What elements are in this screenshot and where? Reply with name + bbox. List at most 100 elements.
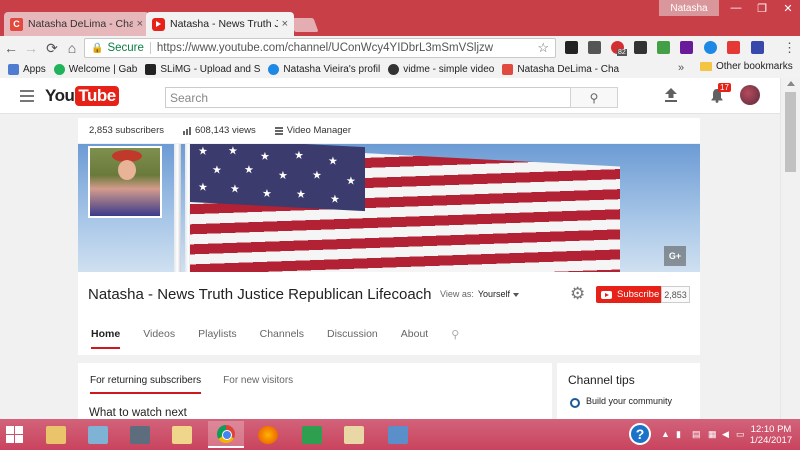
profile-name-button[interactable]: Natasha xyxy=(659,0,719,16)
home-icon[interactable]: ⌂ xyxy=(63,39,81,57)
address-bar[interactable]: 🔒 Secure https://www.youtube.com/channel… xyxy=(84,38,556,58)
tab-close-icon[interactable]: × xyxy=(282,18,288,30)
bookmark-natasha-vieira[interactable]: Natasha Vieira's profil xyxy=(268,63,380,75)
channel-search-icon[interactable]: ⚲ xyxy=(451,328,459,349)
tab-channels[interactable]: Channels xyxy=(260,328,304,349)
taskbar-clock[interactable]: 12:10 PM 1/24/2017 xyxy=(748,424,794,446)
bookmark-slimg[interactable]: SLiMG - Upload and S xyxy=(145,63,260,75)
taskbar-network[interactable] xyxy=(380,421,416,448)
notification-count-badge: 17 xyxy=(718,83,731,92)
gear-icon[interactable]: ⚙ xyxy=(570,285,588,303)
notification-icon[interactable]: ▭ xyxy=(736,429,745,440)
bookmark-label: vidme - simple video xyxy=(403,63,495,75)
youtube-play-icon xyxy=(601,290,612,299)
taskbar-store[interactable] xyxy=(294,421,330,448)
usb-icon[interactable]: ▦ xyxy=(708,429,717,440)
tab-playlists[interactable]: Playlists xyxy=(198,328,237,349)
taskbar-computer[interactable] xyxy=(122,421,158,448)
tab-returning-subscribers[interactable]: For returning subscribers xyxy=(90,375,202,394)
tab-videos[interactable]: Videos xyxy=(143,328,175,349)
bookmark-vidme[interactable]: vidme - simple video xyxy=(388,63,495,75)
view-as-selector[interactable]: View as: Yourself xyxy=(440,289,520,299)
search-input[interactable]: Search xyxy=(165,87,571,108)
hamburger-menu-icon[interactable] xyxy=(20,90,34,105)
tab-title: Natasha - News Truth Ju xyxy=(170,18,278,30)
flag-pole xyxy=(174,144,181,272)
reload-icon[interactable]: ⟳ xyxy=(43,39,61,57)
gab-frog-icon xyxy=(53,63,65,75)
indigo-extension-icon[interactable] xyxy=(751,41,764,54)
help-icon[interactable]: ? xyxy=(629,423,651,445)
chrome-menu-icon[interactable]: ⋮ xyxy=(783,40,796,56)
other-bookmarks-label: Other bookmarks xyxy=(716,61,793,72)
other-bookmarks[interactable]: Other bookmarks xyxy=(700,61,793,72)
network-computer-icon xyxy=(388,425,408,444)
channel-tips-title: Channel tips xyxy=(568,373,635,387)
url-text[interactable]: https://www.youtube.com/channel/UConWcy4… xyxy=(157,42,537,54)
keyboard-icon[interactable]: ▤ xyxy=(692,429,701,440)
tab-new-visitors[interactable]: For new visitors xyxy=(223,375,293,394)
bookmark-gab[interactable]: Welcome | Gab xyxy=(53,63,137,75)
account-avatar[interactable] xyxy=(740,85,760,105)
video-manager-label: Video Manager xyxy=(286,125,351,136)
more-bookmarks-icon[interactable]: » xyxy=(678,62,684,74)
red-extension-icon[interactable] xyxy=(727,41,740,54)
bar-chart-icon xyxy=(182,126,191,135)
apps-grid-icon xyxy=(8,63,19,75)
secure-label: Secure xyxy=(107,42,151,54)
forward-arrow-icon[interactable]: → xyxy=(22,39,40,57)
green-extension-icon[interactable] xyxy=(657,41,670,54)
feed-subtabs: For returning subscribers For new visito… xyxy=(90,375,315,394)
window-close-icon[interactable]: ✕ xyxy=(775,0,800,16)
taskbar-chrome[interactable] xyxy=(208,421,244,448)
video-manager-icon xyxy=(274,126,283,135)
blue-extension-icon[interactable] xyxy=(704,41,717,54)
browser-tab-natasha-delima[interactable]: C Natasha DeLima - Chang × xyxy=(4,12,149,36)
channel-avatar[interactable] xyxy=(88,146,162,218)
bookmark-natasha-delima[interactable]: Natasha DeLima - Cha xyxy=(502,63,619,75)
windows-start-icon[interactable] xyxy=(6,426,23,443)
shield-extension-icon[interactable] xyxy=(565,41,578,54)
view-as-value: Yourself xyxy=(477,289,511,299)
bookmark-apps[interactable]: Apps xyxy=(8,63,46,75)
tray-expand-icon[interactable]: ▲ xyxy=(661,429,670,439)
page-scrollbar[interactable] xyxy=(780,78,800,419)
minimize-icon[interactable]: — xyxy=(723,0,749,16)
control-panel-icon xyxy=(88,425,108,444)
video-manager-link[interactable]: Video Manager xyxy=(274,125,351,136)
upload-icon[interactable] xyxy=(664,87,678,103)
ublock-extension-icon[interactable] xyxy=(588,41,601,54)
bookmark-star-icon[interactable]: ☆ xyxy=(537,40,549,56)
file-icon xyxy=(344,425,364,444)
volume-icon[interactable]: ◀ xyxy=(722,429,729,440)
google-plus-icon[interactable]: G+ xyxy=(664,246,686,266)
tab-close-icon[interactable]: × xyxy=(137,18,143,30)
tab-discussion[interactable]: Discussion xyxy=(327,328,378,349)
tip-radio-icon[interactable] xyxy=(570,398,580,408)
scroll-up-icon[interactable] xyxy=(787,81,795,86)
subscriber-count: 2,853 subscribers xyxy=(89,125,164,136)
tip-build-community[interactable]: Build your community xyxy=(586,396,676,406)
back-arrow-icon[interactable]: ← xyxy=(2,39,20,57)
browser-tab-youtube-channel[interactable]: Natasha - News Truth Ju × xyxy=(146,12,294,36)
search-button[interactable]: ⚲ xyxy=(570,87,618,108)
youtube-logo[interactable]: You Tube xyxy=(45,86,119,106)
firefox-icon xyxy=(258,425,278,444)
tab-about[interactable]: About xyxy=(401,328,428,349)
channel-title: Natasha - News Truth Justice Republican … xyxy=(88,286,432,303)
taskbar-control-panel[interactable] xyxy=(80,421,116,448)
tab-home[interactable]: Home xyxy=(91,328,121,349)
signal-icon[interactable]: ▮ xyxy=(676,429,681,440)
purple-extension-icon[interactable] xyxy=(680,41,693,54)
maximize-icon[interactable]: ❐ xyxy=(749,0,775,16)
bookmarks-bar: Apps Welcome | Gab SLiMG - Upload and S … xyxy=(0,60,800,78)
dark-extension-icon[interactable] xyxy=(634,41,647,54)
subscribe-button[interactable]: Subscribe xyxy=(596,286,661,303)
taskbar-documents[interactable] xyxy=(164,421,200,448)
subscriber-count-box: 2,853 xyxy=(661,286,690,303)
taskbar-firefox[interactable] xyxy=(250,421,286,448)
taskbar-file-explorer[interactable] xyxy=(38,421,74,448)
taskbar-files[interactable] xyxy=(336,421,372,448)
channel-tabs: Home Videos Playlists Channels Discussio… xyxy=(91,328,459,349)
scrollbar-thumb[interactable] xyxy=(785,92,796,172)
